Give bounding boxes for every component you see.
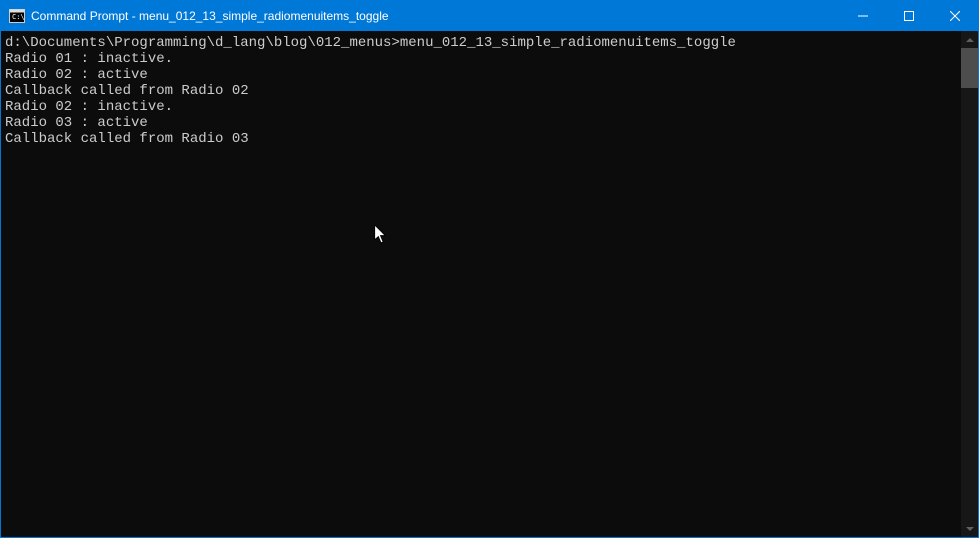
terminal-area: d:\Documents\Programming\d_lang\blog\012… <box>1 31 978 537</box>
output-line: Callback called from Radio 02 <box>5 83 957 99</box>
titlebar[interactable]: C:\ Command Prompt - menu_012_13_simple_… <box>1 1 978 31</box>
window-controls <box>840 1 978 31</box>
command-prompt-window: C:\ Command Prompt - menu_012_13_simple_… <box>1 1 978 537</box>
output-line: Radio 01 : inactive. <box>5 51 957 67</box>
scroll-up-arrow[interactable] <box>961 31 978 48</box>
window-title: Command Prompt - menu_012_13_simple_radi… <box>31 9 840 23</box>
command-prompt-icon: C:\ <box>9 8 25 24</box>
output-line: Radio 02 : active <box>5 67 957 83</box>
minimize-button[interactable] <box>840 1 886 31</box>
prompt-line: d:\Documents\Programming\d_lang\blog\012… <box>5 35 957 51</box>
output-line: Callback called from Radio 03 <box>5 131 957 147</box>
maximize-button[interactable] <box>886 1 932 31</box>
output-line: Radio 02 : inactive. <box>5 99 957 115</box>
terminal-output[interactable]: d:\Documents\Programming\d_lang\blog\012… <box>1 31 961 537</box>
scroll-thumb[interactable] <box>961 48 978 88</box>
vertical-scrollbar[interactable] <box>961 31 978 537</box>
close-button[interactable] <box>932 1 978 31</box>
svg-text:C:\: C:\ <box>12 13 25 21</box>
output-line: Radio 03 : active <box>5 115 957 131</box>
scroll-down-arrow[interactable] <box>961 520 978 537</box>
